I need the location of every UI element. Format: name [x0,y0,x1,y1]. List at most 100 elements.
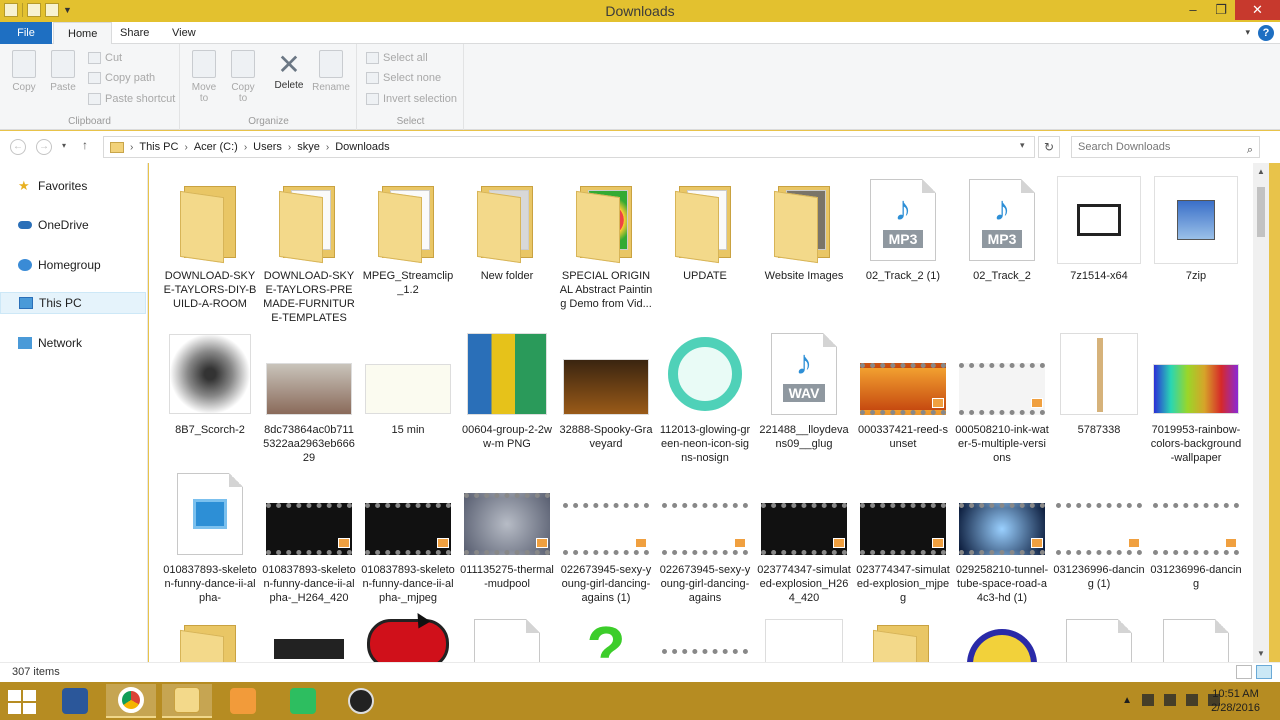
file-item[interactable]: 010837893-skeleton-funny-dance-ii-alpha-… [262,469,356,605]
file-item[interactable]: 010837893-skeleton-funny-dance-ii-alpha-… [361,469,455,605]
back-button[interactable]: ← [10,139,26,155]
file-item[interactable]: 112013-glowing-green-neon-icon-signs-nos… [658,329,752,465]
file-item[interactable]: 7zip [1149,175,1243,283]
file-item[interactable] [1149,619,1243,662]
refresh-button[interactable]: ↻ [1038,136,1060,158]
file-item[interactable]: ♪ WAV 221488__lloydevans09__glug [757,329,851,451]
tab-file[interactable]: File [0,22,52,44]
file-item[interactable]: 8dc73864ac0b7115322aa2963eb66629 [262,329,356,465]
file-item[interactable] [163,619,257,662]
tab-share[interactable]: Share [106,22,163,44]
nav-item-homegroup[interactable]: Homegroup [0,254,146,276]
file-explorer-icon[interactable] [162,684,212,718]
file-item[interactable] [955,619,1049,662]
file-item[interactable]: 011135275-thermal-mudpool [460,469,554,591]
file-item[interactable]: 022673945-sexy-young-girl-dancing-agains… [559,469,653,605]
file-item[interactable]: 031236996-dancing [1149,469,1243,591]
breadcrumb-downloads[interactable]: Downloads [335,141,389,153]
select-none-button[interactable]: Select none [366,69,441,87]
details-view-button[interactable] [1236,665,1252,679]
rename-button[interactable]: Rename [311,50,351,93]
nav-item-this-pc[interactable]: This PC [0,292,146,314]
delete-button[interactable]: ✕ Delete [271,50,307,92]
tab-view[interactable]: View [158,22,210,44]
nav-item-favorites[interactable]: ★ Favorites [0,175,146,197]
file-item[interactable]: 010837893-skeleton-funny-dance-ii-alpha- [163,469,257,605]
chevron-down-icon[interactable]: ▾ [1245,27,1250,38]
invert-selection-button[interactable]: Invert selection [366,90,457,108]
tab-home[interactable]: Home [53,22,113,45]
speaker-icon[interactable] [1142,694,1154,706]
file-item[interactable]: 022673945-sexy-young-girl-dancing-agains [658,469,752,605]
file-item[interactable]: 023774347-simulated-explosion_mjpeg [856,469,950,605]
copy-path-button[interactable]: Copy path [88,69,155,87]
file-item[interactable] [658,619,752,662]
scroll-up-icon[interactable]: ▲ [1257,167,1265,176]
file-item[interactable]: 029258210-tunnel-tube-space-road-a4c3-hd… [955,469,1049,605]
nav-item-onedrive[interactable]: OneDrive [0,214,146,236]
address-dropdown-icon[interactable]: ▾ [1020,140,1025,151]
file-item[interactable]: 00604-group-2-2ww-m PNG [460,329,554,451]
obs-icon[interactable] [336,684,386,718]
file-item[interactable] [460,619,554,662]
file-item[interactable]: 031236996-dancing (1) [1052,469,1146,591]
file-item[interactable]: 8B7_Scorch-2 [163,329,257,437]
move-to-button[interactable]: Move to [186,50,222,104]
file-item[interactable]: DOWNLOAD-SKYE-TAYLORS-PREMADE-FURNITURE-… [262,175,356,325]
file-item[interactable]: 023774347-simulated-explosion_H264_420 [757,469,851,605]
file-item[interactable] [1052,619,1146,662]
paste-button[interactable]: Paste [45,50,81,93]
large-icons-view-button[interactable] [1256,665,1272,679]
file-item[interactable]: 32888-Spooky-Graveyard [559,329,653,451]
search-input[interactable]: Search Downloads ⌕ [1071,136,1260,158]
media-player-icon[interactable] [218,684,268,718]
close-button[interactable]: ✕ [1235,0,1280,20]
file-item[interactable]: 15 min [361,329,455,437]
breadcrumb-skye[interactable]: skye [297,141,320,153]
file-item[interactable]: ♪ MP3 02_Track_2 (1) [856,175,950,283]
battery-icon[interactable] [1186,694,1198,706]
chrome-icon[interactable] [106,684,156,718]
select-all-button[interactable]: Select all [366,49,428,67]
file-item[interactable] [361,619,455,662]
recent-locations-icon[interactable]: ▾ [62,141,66,150]
file-item[interactable]: MPEG_Streamclip_1.2 [361,175,455,297]
clock[interactable]: 10:51 AM 2/28/2016 [1211,687,1260,715]
minimize-button[interactable]: – [1179,0,1207,20]
help-icon[interactable]: ? [1258,25,1274,41]
breadcrumb-acer-c[interactable]: Acer (C:) [194,141,238,153]
file-item[interactable] [757,619,851,662]
file-item[interactable]: 5787338 [1052,329,1146,437]
copy-button[interactable]: Copy [6,50,42,93]
file-item[interactable]: 000508210-ink-water-5-multiple-versions [955,329,1049,465]
up-button[interactable]: ↑ [82,138,88,152]
word-icon[interactable] [50,684,100,718]
file-item[interactable]: UPDATE [658,175,752,283]
file-item[interactable]: ? [559,617,653,662]
windows-start-button[interactable] [8,690,36,714]
show-hidden-icons-icon[interactable]: ▲ [1122,695,1132,706]
vertical-scrollbar[interactable]: ▲ ▼ [1253,163,1269,662]
address-bar[interactable]: › This PC › Acer (C:) › Users › skye › D… [103,136,1035,158]
maximize-button[interactable]: ❐ [1207,0,1235,20]
scroll-down-icon[interactable]: ▼ [1257,649,1265,658]
cut-button[interactable]: Cut [88,49,122,67]
file-item[interactable] [262,619,356,662]
nav-item-network[interactable]: Network [0,332,146,354]
forward-button[interactable]: → [36,139,52,155]
file-item[interactable]: 000337421-reed-sunset [856,329,950,451]
file-item[interactable]: 7019953-rainbow-colors-background-wallpa… [1149,329,1243,465]
file-item[interactable]: ♪ MP3 02_Track_2 [955,175,1049,283]
copy-to-button[interactable]: Copy to [225,50,261,104]
paste-shortcut-button[interactable]: Paste shortcut [88,90,175,108]
scrollbar-thumb[interactable] [1257,187,1265,237]
evernote-icon[interactable] [278,684,328,718]
breadcrumb-users[interactable]: Users [253,141,282,153]
file-item[interactable]: Website Images [757,175,851,283]
network-icon[interactable] [1164,694,1176,706]
file-item[interactable]: SPECIAL ORIGINAL Abstract Painting Demo … [559,175,653,311]
file-item[interactable]: New folder [460,175,554,283]
file-item[interactable] [856,619,950,662]
file-item[interactable]: 7z1514-x64 [1052,175,1146,283]
file-item[interactable]: DOWNLOAD-SKYE-TAYLORS-DIY-BUILD-A-ROOM [163,175,257,311]
